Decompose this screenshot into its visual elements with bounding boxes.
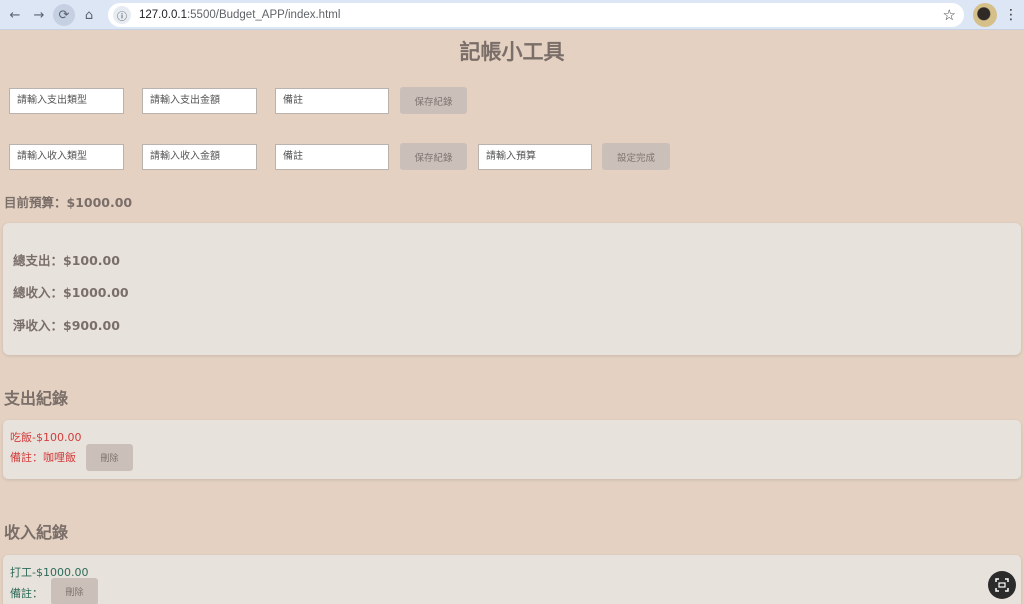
delete-expense-button[interactable]: 刪除 xyxy=(86,444,133,471)
expense-record-title: 吃飯-$100.00 xyxy=(10,431,82,444)
browser-toolbar: ← → ⟳ ⌂ ⓘ 127.0.0.1:5500/Budget_APP/inde… xyxy=(0,0,1024,30)
current-budget: 目前預算：$1000.00 xyxy=(4,195,133,210)
budget-input[interactable]: 請輸入預算 xyxy=(478,144,592,170)
reload-icon[interactable]: ⟳ xyxy=(53,4,75,26)
net-income: 淨收入：$900.00 xyxy=(13,318,120,333)
address-bar[interactable]: ⓘ 127.0.0.1:5500/Budget_APP/index.html ☆ xyxy=(108,3,964,27)
income-section-title: 收入紀錄 xyxy=(4,523,69,542)
capture-frame-icon xyxy=(995,578,1009,592)
income-note-input[interactable]: 備註 xyxy=(275,144,389,170)
expense-section-title: 支出紀錄 xyxy=(4,389,69,408)
url-path: :5500/Budget_APP/index.html xyxy=(186,9,341,21)
total-income: 總收入：$1000.00 xyxy=(13,285,129,300)
expense-record: 吃飯-$100.00 備註：咖哩飯 刪除 xyxy=(3,420,1021,479)
income-record: 打工-$1000.00 備註： 刪除 xyxy=(3,555,1021,604)
save-expense-button[interactable]: 保存紀錄 xyxy=(400,87,467,114)
profile-avatar[interactable] xyxy=(973,3,997,27)
back-icon[interactable]: ← xyxy=(4,4,26,26)
summary-card: 總支出：$100.00 總收入：$1000.00 淨收入：$900.00 xyxy=(3,223,1021,355)
forward-icon[interactable]: → xyxy=(28,4,50,26)
delete-income-button[interactable]: 刪除 xyxy=(51,578,98,604)
total-expense: 總支出：$100.00 xyxy=(13,253,120,268)
save-income-button[interactable]: 保存紀錄 xyxy=(400,143,467,170)
income-record-note: 備註： xyxy=(10,587,43,600)
income-amount-input[interactable]: 請輸入收入金額 xyxy=(142,144,257,170)
url-text[interactable]: 127.0.0.1:5500/Budget_APP/index.html xyxy=(139,9,340,21)
bookmark-star-icon[interactable]: ☆ xyxy=(943,6,956,24)
expense-note-input[interactable]: 備註 xyxy=(275,88,389,114)
home-icon[interactable]: ⌂ xyxy=(78,4,100,26)
page-title: 記帳小工具 xyxy=(459,40,565,64)
browser-menu-icon[interactable]: ⋮ xyxy=(1004,6,1018,24)
income-type-input[interactable]: 請輸入收入類型 xyxy=(9,144,124,170)
expense-type-input[interactable]: 請輸入支出類型 xyxy=(9,88,124,114)
site-info-icon[interactable]: ⓘ xyxy=(113,6,131,24)
screen-capture-icon[interactable] xyxy=(988,571,1016,599)
expense-record-note: 備註：咖哩飯 xyxy=(10,451,76,464)
url-host: 127.0.0.1 xyxy=(139,9,187,21)
set-budget-button[interactable]: 設定完成 xyxy=(602,143,670,170)
expense-amount-input[interactable]: 請輸入支出金額 xyxy=(142,88,257,114)
